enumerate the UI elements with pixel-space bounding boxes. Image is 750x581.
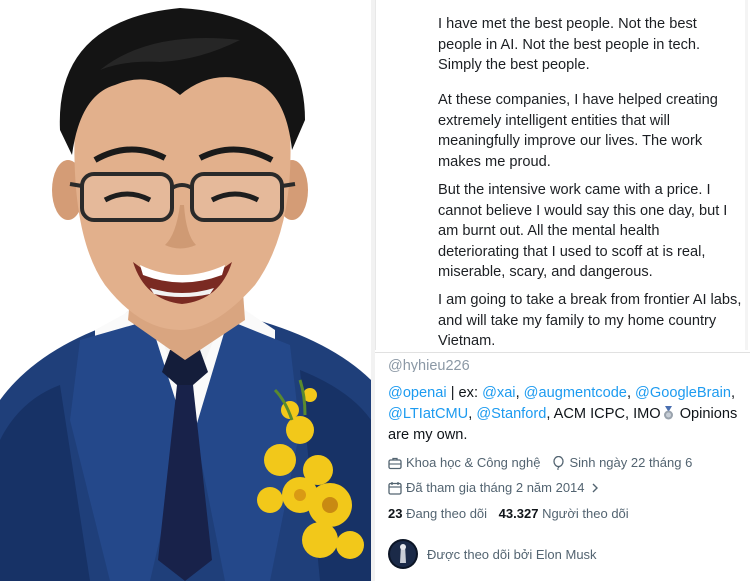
following-link[interactable]: 23 Đang theo dõi [388, 506, 487, 521]
followers-count: 43.327 [498, 506, 539, 521]
bio-text: | ex: [446, 385, 483, 401]
calendar-icon [388, 481, 402, 495]
balloon-icon [553, 455, 565, 470]
category-item: Khoa học & Công nghệ [388, 455, 540, 470]
avatar [388, 539, 418, 569]
medal-icon [663, 406, 673, 420]
following-label: Đang theo dõi [406, 506, 488, 521]
profile-card: @hyhieu226 @openai | ex: @xai, @augmentc… [375, 352, 750, 581]
tweet-paragraph: I have met the best people. Not the best… [438, 16, 701, 73]
followers-link[interactable]: 43.327 Người theo dõi [499, 506, 629, 521]
tweet-card: I have met the best people. Not the best… [375, 0, 750, 350]
tweet-paragraph: But the intensive work came with a price… [438, 182, 728, 280]
tweet-scrollbar[interactable] [745, 0, 748, 350]
profile-bio: @openai | ex: @xai, @augmentcode, @Googl… [388, 383, 744, 446]
mention-xai[interactable]: @xai [482, 385, 515, 401]
briefcase-icon [388, 457, 402, 469]
mention-augmentcode[interactable]: @augmentcode [524, 385, 627, 401]
joined-item: Đã tham gia tháng 2 năm 2014 [388, 480, 603, 495]
follow-stats: 23 Đang theo dõi 43.327 Người theo dõi [388, 506, 637, 521]
bio-text: , [626, 385, 636, 401]
bio-text: , [731, 385, 736, 401]
joined-row: Đã tham gia tháng 2 năm 2014 [388, 480, 615, 495]
mention-stanford[interactable]: @Stanford [476, 406, 546, 422]
followed-by-label: Được theo dõi bởi Elon Musk [427, 546, 597, 562]
portrait-photo [0, 0, 371, 581]
birthday-item: Sinh ngày 22 tháng 6 [552, 455, 692, 470]
mention-googlebrain[interactable]: @GoogleBrain [635, 385, 731, 401]
tweet-paragraph: At these companies, I have helped creati… [438, 92, 718, 170]
joined-label: Đã tham gia tháng 2 năm 2014 [406, 480, 585, 495]
bio-text: , ACM ICPC, IMO [546, 406, 661, 422]
category-label: Khoa học & Công nghệ [406, 455, 541, 470]
right-panel: I have met the best people. Not the best… [375, 0, 750, 581]
following-count: 23 [388, 506, 403, 521]
followers-label: Người theo dõi [542, 506, 629, 521]
profile-meta-row: Khoa học & Công nghệ Sinh ngày 22 tháng … [388, 455, 704, 470]
birthday-label: Sinh ngày 22 tháng 6 [569, 455, 693, 470]
tweet-paragraph: I am going to take a break from frontier… [438, 292, 742, 349]
followed-by-row[interactable]: Được theo dõi bởi Elon Musk [388, 539, 597, 569]
chevron-right-icon[interactable] [591, 483, 599, 493]
mention-openai[interactable]: @openai [388, 385, 447, 401]
profile-handle[interactable]: @hyhieu226 [388, 356, 470, 372]
mention-ltiatcmu[interactable]: @LTIatCMU [388, 406, 468, 422]
bio-text: , [515, 385, 524, 401]
